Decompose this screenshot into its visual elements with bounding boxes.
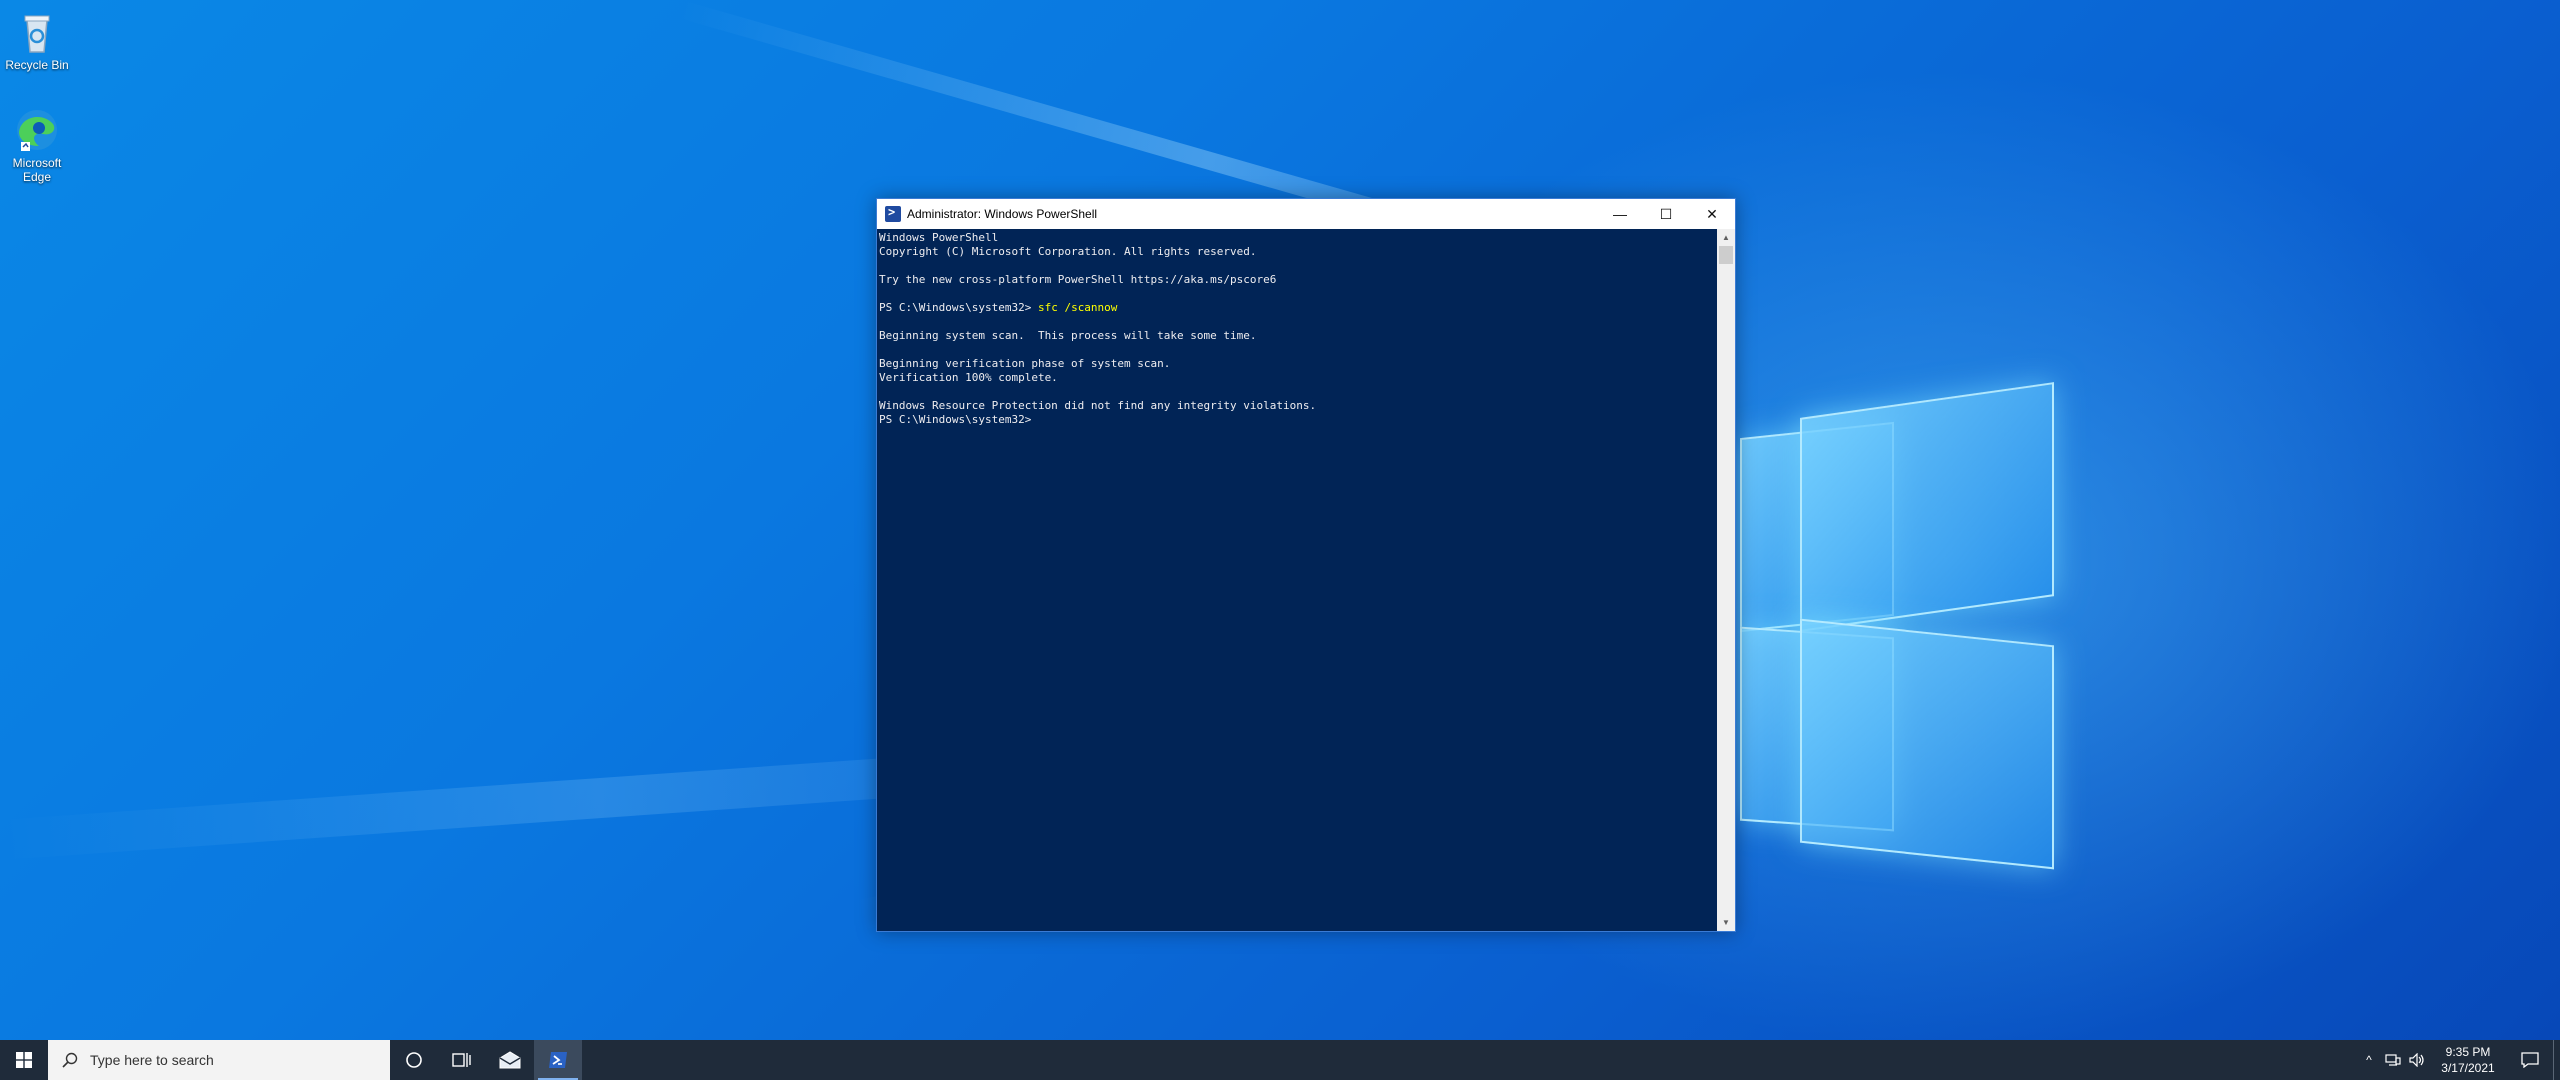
taskbar-search-box[interactable]: Type here to search: [48, 1040, 390, 1080]
volume-icon[interactable]: [2405, 1040, 2429, 1080]
tray-overflow-chevron-icon[interactable]: ^: [2357, 1040, 2381, 1080]
system-tray: ^ 9:35 PM 3/17/2021: [2357, 1040, 2560, 1080]
task-view-icon: [452, 1053, 471, 1067]
cortana-circle-icon: [406, 1052, 422, 1068]
console-line: Verification 100% complete.: [879, 371, 1058, 384]
mail-icon: [499, 1051, 521, 1069]
powershell-taskbar-icon: [549, 1052, 567, 1068]
console-line: Beginning verification phase of system s…: [879, 357, 1171, 370]
minimize-button[interactable]: —: [1597, 199, 1643, 229]
console-prompt: PS C:\Windows\system32>: [879, 301, 1038, 314]
powershell-icon: [885, 205, 901, 222]
scroll-up-arrow-icon[interactable]: ▲: [1717, 229, 1735, 246]
search-placeholder: Type here to search: [90, 1052, 214, 1068]
notification-icon: [2521, 1052, 2539, 1068]
console-line: Windows Resource Protection did not find…: [879, 399, 1317, 412]
search-icon: [62, 1052, 78, 1068]
console-line: Copyright (C) Microsoft Corporation. All…: [879, 245, 1257, 258]
console-line: Beginning system scan. This process will…: [879, 329, 1257, 342]
console-output[interactable]: Windows PowerShell Copyright (C) Microso…: [877, 229, 1717, 931]
window-titlebar[interactable]: Administrator: Windows PowerShell — ☐ ✕: [877, 199, 1735, 229]
console-line: Windows PowerShell: [879, 231, 999, 244]
taskbar-powershell-button[interactable]: [534, 1040, 582, 1080]
vertical-scrollbar[interactable]: ▲ ▼: [1717, 229, 1735, 931]
close-button[interactable]: ✕: [1689, 199, 1735, 229]
mail-app-button[interactable]: [486, 1040, 534, 1080]
maximize-button[interactable]: ☐: [1643, 199, 1689, 229]
recycle-bin-icon: [24, 15, 50, 53]
show-desktop-button[interactable]: [2553, 1040, 2560, 1080]
scroll-down-arrow-icon[interactable]: ▼: [1717, 914, 1735, 931]
task-view-button[interactable]: [438, 1040, 486, 1080]
console-command: sfc /scannow: [1037, 301, 1118, 314]
desktop-icon-microsoft-edge[interactable]: Microsoft Edge: [0, 106, 76, 184]
powershell-window[interactable]: Administrator: Windows PowerShell — ☐ ✕ …: [876, 198, 1736, 932]
scrollbar-thumb[interactable]: [1719, 246, 1733, 264]
cortana-button[interactable]: [390, 1040, 438, 1080]
desktop-icon-recycle-bin[interactable]: Recycle Bin: [0, 8, 76, 72]
clock-time: 9:35 PM: [2445, 1045, 2491, 1059]
edge-icon: [17, 110, 57, 151]
clock-date: 3/17/2021: [2441, 1061, 2495, 1075]
window-title: Administrator: Windows PowerShell: [907, 207, 1098, 221]
action-center-button[interactable]: [2507, 1040, 2553, 1080]
taskbar: Type here to search ^ 9:35 PM 3/17/2021: [0, 1040, 2560, 1080]
start-button[interactable]: [0, 1040, 48, 1080]
console-line: Try the new cross-platform PowerShell ht…: [879, 273, 1277, 286]
windows-start-icon: [16, 1052, 32, 1068]
network-icon[interactable]: [2381, 1040, 2405, 1080]
taskbar-clock[interactable]: 9:35 PM 3/17/2021: [2429, 1044, 2507, 1076]
console-prompt: PS C:\Windows\system32>: [879, 413, 1032, 426]
